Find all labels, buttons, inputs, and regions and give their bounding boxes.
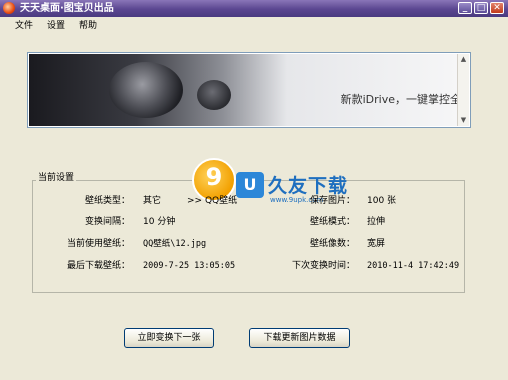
title-bar[interactable]: 天天桌面·图宝贝出品 _ □ ✕ (0, 0, 508, 17)
saved-images-value: 100 张 (367, 196, 397, 206)
close-button[interactable]: ✕ (490, 2, 504, 14)
menu-help[interactable]: 帮助 (79, 20, 97, 32)
scroll-up-icon[interactable]: ▲ (459, 55, 468, 64)
banner-knob-image-small (197, 80, 231, 110)
current-wallpaper-value: QQ壁纸\12.jpg (143, 239, 207, 249)
interval-label: 变换间隔： (84, 217, 130, 227)
banner-knob-image (109, 62, 183, 118)
wallpaper-type-link[interactable]: >> QQ壁纸 (187, 195, 237, 207)
next-change-value: 2010-11-4 17:42:49 (367, 261, 460, 271)
mode-value: 拉伸 (367, 217, 386, 227)
ratio-value: 宽屏 (367, 239, 386, 249)
window-title: 天天桌面·图宝贝出品 (20, 3, 114, 14)
menu-settings[interactable]: 设置 (47, 20, 65, 32)
menu-bar: 文件 设置 帮助 (0, 17, 508, 35)
main-window: 天天桌面·图宝贝出品 _ □ ✕ 文件 设置 帮助 新款iDrive，一键掌控全… (0, 0, 508, 380)
maximize-button[interactable]: □ (474, 2, 488, 14)
watermark-logo-char: 9 (205, 163, 223, 191)
download-update-button[interactable]: 下载更新图片数据 (249, 328, 350, 348)
last-download-label: 最后下载壁纸： (66, 261, 130, 271)
current-wallpaper-label: 当前使用壁纸： (66, 239, 130, 249)
next-change-label: 下次变换时间： (291, 261, 355, 271)
scroll-down-icon[interactable]: ▼ (459, 116, 468, 125)
banner-text: 新款iDrive，一键掌控全 (340, 93, 459, 106)
watermark-u-badge: U (236, 172, 264, 198)
app-icon[interactable] (3, 2, 15, 14)
banner-scrollbar[interactable]: ▲ ▼ (457, 54, 469, 126)
group-title: 当前设置 (36, 172, 77, 184)
change-now-button[interactable]: 立即变换下一张 (124, 328, 214, 348)
ratio-label: 壁纸像数： (309, 239, 355, 249)
wallpaper-type-label: 壁纸类型： (84, 196, 130, 206)
wallpaper-type-value: 其它 (143, 196, 162, 206)
minimize-button[interactable]: _ (458, 2, 472, 14)
mode-label: 壁纸模式： (309, 217, 355, 227)
interval-value: 10 分钟 (143, 217, 176, 227)
watermark-title: 久友下载 (268, 175, 349, 197)
ad-banner-frame: 新款iDrive，一键掌控全 ▲ ▼ (27, 52, 471, 128)
ad-banner[interactable]: 新款iDrive，一键掌控全 (29, 54, 459, 126)
last-download-value: 2009-7-25 13:05:05 (143, 261, 236, 271)
menu-file[interactable]: 文件 (15, 20, 33, 32)
saved-images-label: 保存图片： (309, 196, 355, 206)
